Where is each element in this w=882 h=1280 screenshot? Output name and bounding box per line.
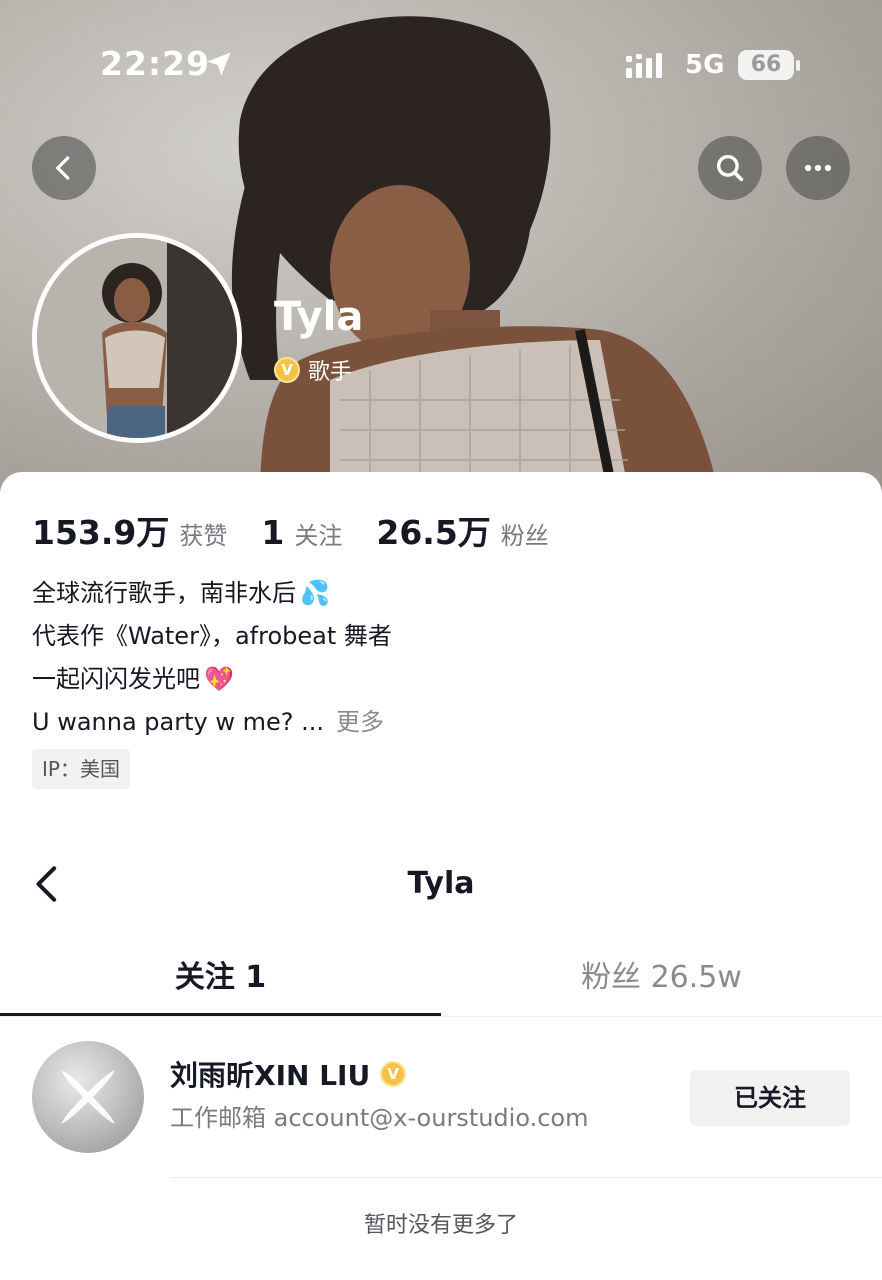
x-logo-icon (61, 1070, 115, 1124)
bio-line-3-text: 一起闪闪发光吧 (32, 665, 200, 693)
stat-followers-value: 26.5万 (376, 513, 491, 552)
profile-card: 153.9万 获赞 1 关注 26.5万 粉丝 全球流行歌手，南非水后 💦 代表… (0, 472, 882, 1280)
end-of-list-text: 暂时没有更多了 (363, 1213, 518, 1238)
tab-divider (0, 1016, 882, 1017)
verified-badge-icon: V (274, 357, 300, 383)
search-button[interactable] (698, 136, 762, 200)
cellular-signal-icon (626, 53, 662, 78)
location-arrow-icon (207, 52, 231, 76)
droplets-emoji-icon: 💦 (300, 579, 330, 607)
chevron-left-icon (56, 156, 70, 180)
bio-line-4-text: U wanna party w me? ... (32, 708, 324, 736)
row-divider (170, 1177, 882, 1178)
bio-line-1-text: 全球流行歌手，南非水后 (32, 579, 296, 607)
user-avatar[interactable] (32, 1041, 144, 1153)
stat-following[interactable]: 1 关注 (261, 513, 342, 552)
more-dots-icon (804, 164, 832, 172)
bio-line-2-text: 代表作《Water》，afrobeat 舞者 (32, 622, 392, 650)
stat-followers-label: 粉丝 (500, 522, 549, 550)
list-item[interactable]: 刘雨昕XIN LIU V 工作邮箱 account@x-ourstudio.co… (0, 1034, 882, 1174)
profile-banner: 22:29 5G 66 Tyla V 歌手 (0, 0, 882, 500)
status-time: 22:29 (100, 44, 211, 83)
back-button[interactable] (32, 136, 96, 200)
bio-line-2: 代表作《Water》，afrobeat 舞者 (32, 615, 392, 658)
user-verified-badge-icon: V (380, 1061, 407, 1087)
stat-likes-value: 153.9万 (32, 513, 170, 552)
stat-likes[interactable]: 153.9万 获赞 (32, 506, 227, 554)
search-icon (716, 154, 744, 182)
profile-bio: 全球流行歌手，南非水后 💦 代表作《Water》，afrobeat 舞者 一起闪… (32, 572, 392, 744)
stat-likes-label: 获赞 (179, 522, 228, 550)
battery-cap (796, 60, 800, 71)
more-button[interactable] (786, 136, 850, 200)
bio-line-4: U wanna party w me? ... 更多 (32, 701, 392, 744)
verification-row: V 歌手 (274, 354, 352, 386)
stat-following-value: 1 (261, 513, 285, 552)
user-name: 刘雨昕XIN LIU V (170, 1054, 407, 1094)
ip-location-tag: IP：美国 (32, 749, 130, 789)
stat-followers[interactable]: 26.5万 粉丝 (376, 506, 548, 554)
user-name-text: 刘雨昕XIN LIU (170, 1059, 371, 1092)
bio-line-3: 一起闪闪发光吧 💖 (32, 658, 392, 701)
sparkling-heart-emoji-icon: 💖 (204, 665, 234, 693)
bio-line-1: 全球流行歌手，南非水后 💦 (32, 572, 392, 615)
user-description: 工作邮箱 account@x-ourstudio.com (170, 1104, 589, 1132)
bio-more-link[interactable]: 更多 (336, 701, 384, 744)
tab-following[interactable]: 关注 1 (0, 952, 441, 996)
battery-indicator: 66 (738, 50, 794, 80)
network-type: 5G (685, 50, 725, 80)
profile-avatar[interactable] (32, 233, 242, 443)
tab-followers[interactable]: 粉丝 26.5w (441, 952, 882, 996)
stat-following-label: 关注 (294, 522, 343, 550)
avatar-photo (37, 238, 237, 438)
profile-stats: 153.9万 获赞 1 关注 26.5万 粉丝 (32, 506, 583, 554)
verified-label: 歌手 (308, 360, 353, 385)
follow-list-title: Tyla (407, 866, 475, 901)
following-button[interactable]: 已关注 (690, 1070, 850, 1126)
profile-name: Tyla (274, 294, 364, 340)
